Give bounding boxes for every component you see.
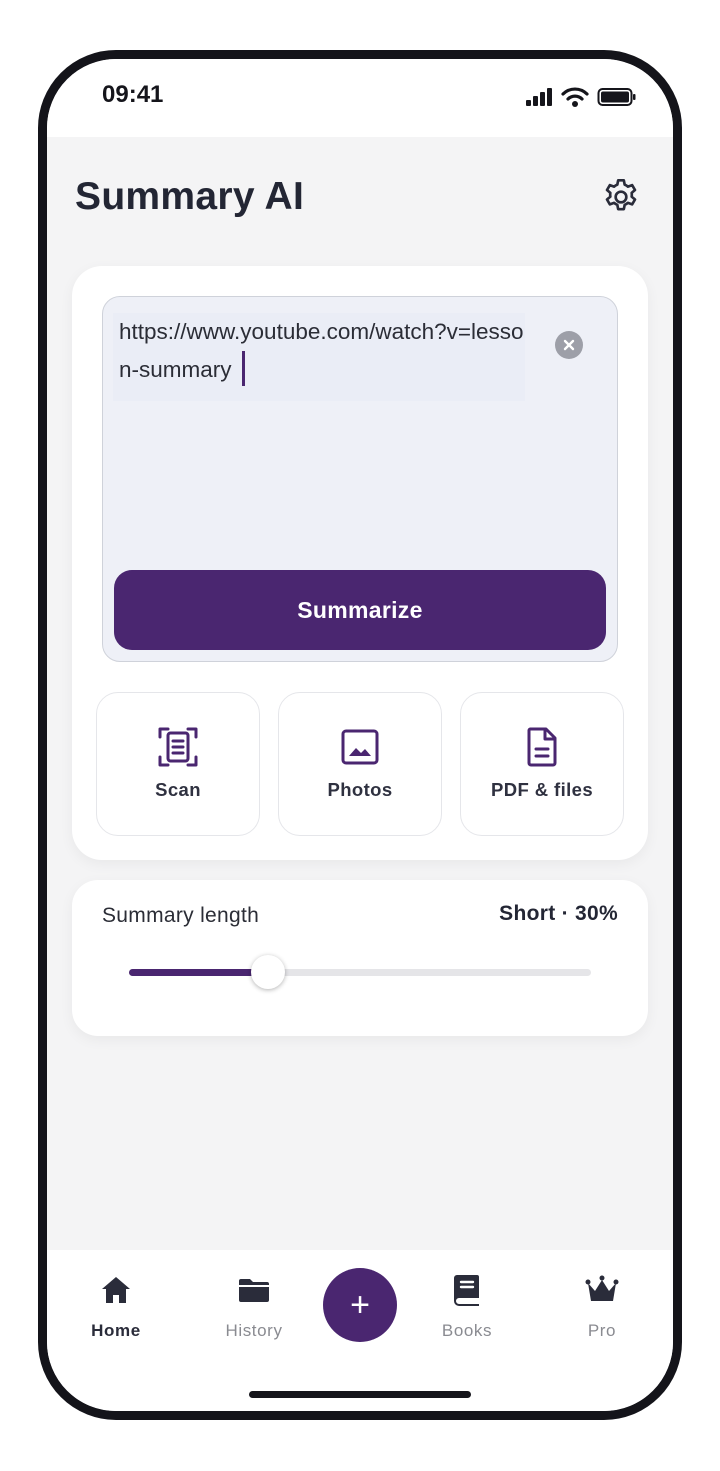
pdf-files-button[interactable]: PDF & files <box>460 692 624 836</box>
tab-books-label: Books <box>441 1321 493 1340</box>
input-card: https://www.youtube.com/watch?v=lesson-s… <box>72 266 648 860</box>
summary-length-card: Summary length Short · 30% <box>72 880 648 1036</box>
tab-history-label: History <box>225 1321 283 1340</box>
tab-home[interactable]: Home <box>66 1272 166 1341</box>
photos-button[interactable]: Photos <box>278 692 442 836</box>
home-icon <box>102 1277 130 1303</box>
page-title: Summary AI <box>75 175 305 218</box>
url-input[interactable]: https://www.youtube.com/watch?v=lesson-s… <box>113 313 525 401</box>
scan-label: Scan <box>155 779 201 800</box>
tab-home-label: Home <box>91 1321 141 1340</box>
status-icons <box>525 86 637 108</box>
slider-fill <box>129 969 268 976</box>
scan-button[interactable]: Scan <box>96 692 260 836</box>
book-icon <box>454 1275 479 1306</box>
tab-pro[interactable]: Pro <box>552 1272 652 1341</box>
settings-button[interactable] <box>601 177 641 217</box>
status-time: 09:41 <box>102 81 164 108</box>
home-indicator <box>249 1391 471 1398</box>
crown-icon <box>585 1275 619 1301</box>
summarize-button[interactable]: Summarize <box>114 570 606 650</box>
photo-icon <box>341 729 379 765</box>
cellular-signal-icon <box>526 88 552 106</box>
status-bar: 09:41 <box>47 59 673 137</box>
wifi-icon <box>561 87 589 107</box>
tab-pro-label: Pro <box>587 1321 617 1340</box>
summary-length-slider[interactable] <box>129 969 591 976</box>
clear-icon <box>563 339 575 351</box>
slider-thumb[interactable] <box>250 955 285 989</box>
summary-length-label: Summary length <box>102 904 260 927</box>
file-icon <box>527 727 557 767</box>
tab-books[interactable]: Books <box>417 1272 517 1341</box>
gear-icon <box>605 179 637 211</box>
url-input-value: https://www.youtube.com/watch?v=lesson-s… <box>119 319 524 382</box>
clear-input-button[interactable] <box>555 331 583 359</box>
add-button[interactable]: + <box>323 1268 397 1342</box>
summary-length-value: Short · 30% <box>499 902 618 925</box>
scan-icon <box>158 727 198 767</box>
folder-icon <box>239 1279 269 1302</box>
photos-label: Photos <box>327 779 393 800</box>
text-caret <box>241 351 245 386</box>
url-input-box[interactable]: https://www.youtube.com/watch?v=lesson-s… <box>102 296 618 662</box>
tab-history[interactable]: History <box>204 1272 304 1341</box>
phone-frame: 09:41 Summary AI https://www.youtube.com… <box>38 50 682 1420</box>
pdf-files-label: PDF & files <box>490 779 594 800</box>
battery-icon <box>597 88 636 106</box>
